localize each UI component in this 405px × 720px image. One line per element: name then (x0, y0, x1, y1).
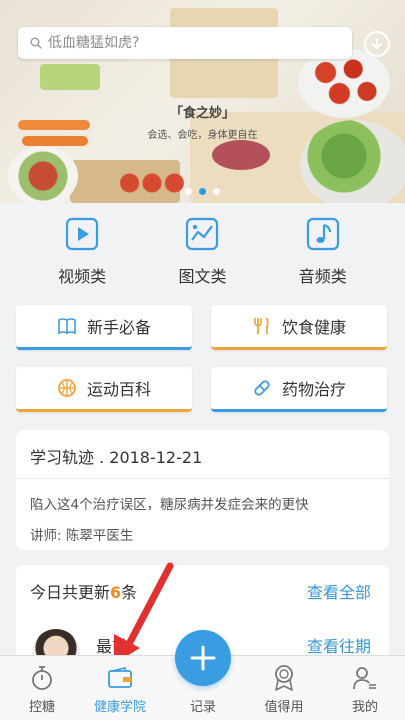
nav-label: 控糖 (28, 700, 55, 715)
medal-icon (270, 664, 298, 692)
beginner-guide-button[interactable]: 新手必备 (16, 305, 192, 350)
nav-item-glucose[interactable]: 控糖 (2, 656, 82, 720)
search-bar[interactable] (18, 27, 352, 59)
search-icon (30, 37, 42, 49)
divider (16, 478, 389, 479)
category-row: 视频类 图文类 音频类 (0, 203, 405, 293)
medication-button[interactable]: 药物治疗 (211, 367, 387, 412)
nav-label: 值得用 (264, 700, 304, 715)
user-icon (351, 664, 379, 692)
plus-icon (190, 645, 216, 671)
diet-health-button[interactable]: 饮食健康 (211, 305, 387, 350)
banner-food-decor (8, 146, 78, 203)
nav-item-health-academy[interactable]: 健康学院 (80, 656, 160, 720)
exercise-encyclopedia-button[interactable]: 运动百科 (16, 367, 192, 412)
view-all-link[interactable]: 查看全部 (307, 579, 371, 603)
music-note-icon (306, 217, 340, 251)
pill-icon (252, 378, 272, 398)
study-article-link[interactable]: 陷入这4个治疗误区，糖尿病并发症会来的更快 (30, 493, 309, 513)
nav-item-worth-using[interactable]: 值得用 (244, 656, 324, 720)
annotation-arrow-icon (114, 562, 174, 664)
image-chart-icon (185, 217, 219, 251)
pagination-dot-active[interactable] (199, 188, 206, 195)
video-play-icon (65, 217, 99, 251)
category-audio[interactable]: 音频类 (278, 203, 368, 293)
grid-button-label: 饮食健康 (281, 318, 346, 337)
study-teacher: 讲师: 陈翠平医生 (30, 528, 134, 544)
ball-icon (57, 378, 77, 398)
category-video[interactable]: 视频类 (37, 203, 127, 293)
category-label: 图文类 (178, 267, 227, 286)
category-label: 音频类 (298, 267, 347, 286)
nav-label: 记录 (189, 700, 216, 715)
view-past-link[interactable]: 查看往期 (307, 633, 371, 657)
pagination-dot[interactable] (213, 188, 220, 195)
study-history-card[interactable]: 学习轨迹 . 2018-12-21 陷入这4个治疗误区，糖尿病并发症会来的更快 … (16, 430, 389, 550)
grid-button-label: 药物治疗 (281, 380, 346, 399)
banner-pagination (185, 188, 220, 195)
banner-food-decor (40, 64, 100, 90)
nav-label: 我的 (351, 700, 378, 715)
category-label: 视频类 (58, 267, 107, 286)
download-icon (372, 38, 382, 49)
timer-icon (28, 664, 56, 692)
banner-food-decor (120, 172, 184, 194)
nav-label: 健康学院 (93, 700, 146, 715)
fork-knife-icon (252, 316, 272, 336)
banner-food-decor (212, 140, 270, 170)
nav-item-profile[interactable]: 我的 (325, 656, 405, 720)
grid-button-label: 运动百科 (86, 380, 151, 399)
study-history-title: 学习轨迹 . 2018-12-21 (30, 448, 203, 467)
category-article[interactable]: 图文类 (157, 203, 247, 293)
search-input[interactable] (48, 35, 328, 51)
hero-banner[interactable]: 「食之妙」 会选、会吃，身体更自在 (0, 0, 405, 203)
add-record-button[interactable] (175, 630, 231, 686)
book-icon (57, 316, 77, 336)
wallet-icon (106, 664, 134, 692)
updates-prefix: 今日共更新 (30, 583, 111, 602)
banner-subtitle: 会选、会吃，身体更自在 (147, 130, 258, 141)
grid-button-label: 新手必备 (86, 318, 151, 337)
download-button[interactable] (364, 31, 390, 57)
banner-title: 「食之妙」 (169, 106, 235, 121)
pagination-dot[interactable] (185, 188, 192, 195)
